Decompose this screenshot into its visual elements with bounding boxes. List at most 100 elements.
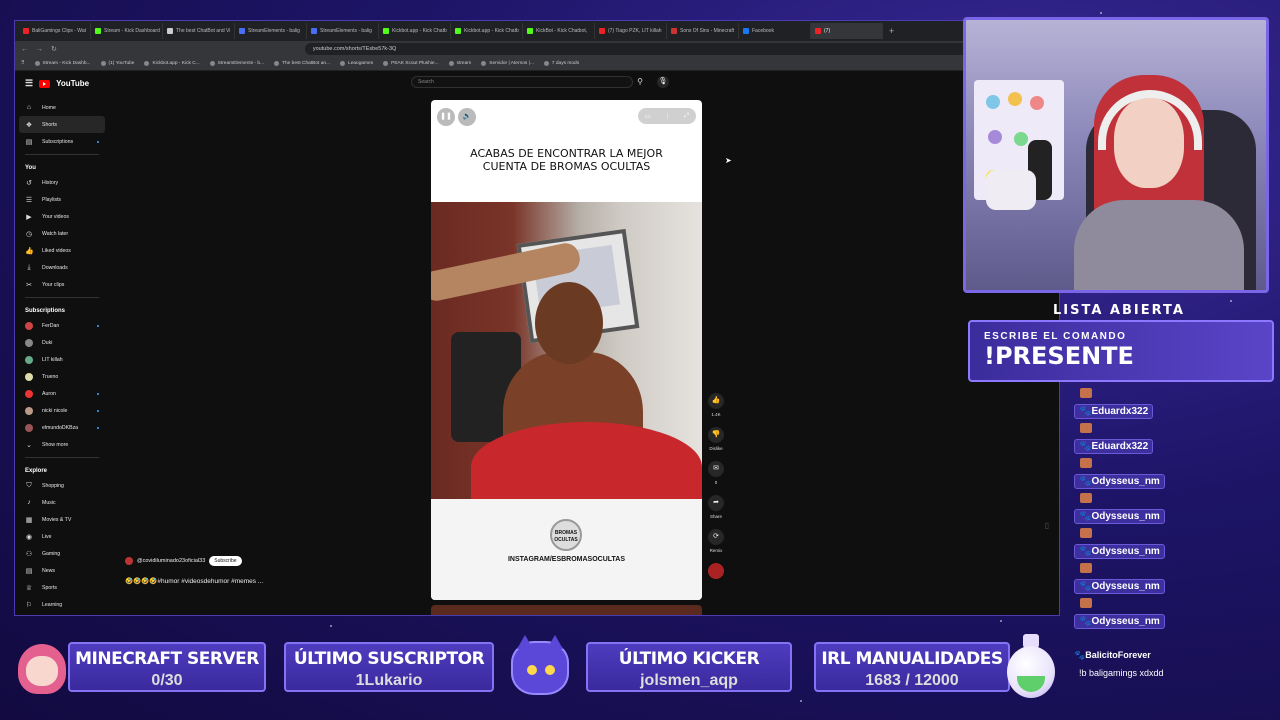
bookmark-item[interactable]: Leaogames bbox=[340, 61, 373, 66]
action-icon[interactable]: 👍 bbox=[708, 393, 724, 409]
action-1.4k[interactable]: 👍 1.4K bbox=[705, 393, 727, 417]
url-field[interactable]: youtube.com/shorts/TEsbe57k-3Q bbox=[304, 43, 1007, 55]
bookmark-item[interactable]: 7 days mods bbox=[543, 61, 579, 66]
sidebar-item[interactable]: ▤ News bbox=[19, 562, 105, 579]
more-icon[interactable]: ⋮ bbox=[664, 113, 670, 120]
sidebar-item[interactable]: ☰ Playlists bbox=[19, 191, 105, 208]
last-chat-user: 🐾BalicitoForever bbox=[1074, 650, 1151, 660]
browser-tab[interactable]: KickBot - Kick Chatbot, bbox=[523, 23, 595, 39]
channel-name[interactable]: @covidiluminado23oficial33 bbox=[137, 558, 205, 564]
browser-tab[interactable]: BaliGamings Clips - Wat bbox=[19, 23, 91, 39]
pause-icon[interactable]: ❚❚ bbox=[437, 108, 455, 126]
sidebar-item-label: Downloads bbox=[42, 264, 68, 271]
browser-tab[interactable]: (7) Tiago PZK, LIT killah bbox=[595, 23, 667, 39]
sidebar-item[interactable]: ✂ Your clips bbox=[19, 276, 105, 293]
sidebar-item[interactable]: ❖ Shorts bbox=[19, 116, 105, 133]
sidebar-item[interactable]: ⤓ Downloads bbox=[19, 259, 105, 276]
new-tab-icon[interactable]: + bbox=[883, 26, 900, 36]
volume-icon[interactable]: 🔊 bbox=[458, 108, 476, 126]
chat-message: 🐾Odysseus_nm bbox=[1074, 563, 1274, 598]
tab-label: Kickbot.app - Kick Chatb bbox=[392, 28, 447, 34]
search-input[interactable]: Search bbox=[411, 76, 633, 88]
sidebar-item[interactable]: ◉ Live bbox=[19, 528, 105, 545]
next-short-preview[interactable] bbox=[431, 605, 702, 615]
bookmark-item[interactable]: Kickbot.app - Kick C... bbox=[144, 61, 200, 66]
bookmark-label: StreamElements - b... bbox=[217, 61, 265, 66]
subscription-item[interactable]: LIT killah bbox=[19, 351, 105, 368]
subscription-item[interactable]: elmundoDKBza bbox=[19, 419, 105, 436]
sidebar-item[interactable]: ⌄ Show more bbox=[19, 436, 105, 453]
search-icon[interactable]: ⚲ bbox=[633, 76, 647, 88]
sidebar-item[interactable]: ⚐ Learning bbox=[19, 596, 105, 613]
bookmark-item[interactable]: Servidor | Aternos |... bbox=[481, 61, 534, 66]
sidebar-item[interactable]: ↺ History bbox=[19, 174, 105, 191]
action-0[interactable]: ✉ 0 bbox=[705, 461, 727, 485]
sidebar-item[interactable]: ▤ Subscriptions bbox=[19, 133, 105, 150]
subscription-item[interactable]: Auron bbox=[19, 385, 105, 402]
browser-tab[interactable]: Facebook bbox=[739, 23, 811, 39]
command-label: ESCRIBE EL COMANDO bbox=[984, 331, 1127, 342]
subscriptions-header[interactable]: Subscriptions bbox=[19, 302, 105, 317]
bookmark-item[interactable]: PEAK Scout Plushie... bbox=[383, 61, 439, 66]
sidebar-item[interactable]: ⛉ Shopping bbox=[19, 477, 105, 494]
subscription-item[interactable]: nicki nicole bbox=[19, 402, 105, 419]
browser-tab[interactable]: Kickbot.app - Kick Chatb bbox=[451, 23, 523, 39]
tab-favicon-icon bbox=[23, 28, 29, 34]
browser-tab[interactable]: Stream - Kick Dashboard bbox=[91, 23, 163, 39]
sidebar-item[interactable]: 👍 Liked videos bbox=[19, 242, 105, 259]
action-dislike[interactable]: 👎 Dislike bbox=[705, 427, 727, 451]
action-icon[interactable]: 👎 bbox=[708, 427, 724, 443]
sidebar-item[interactable]: ♕ Sports bbox=[19, 579, 105, 596]
captions-icon[interactable]: ▭ bbox=[645, 113, 651, 120]
browser-tab[interactable]: Kickbot.app - Kick Chatb bbox=[379, 23, 451, 39]
nav-icon: ⌂ bbox=[26, 104, 32, 111]
sidebar-item-label: Watch later bbox=[42, 230, 69, 237]
browser-tab[interactable]: StreamElements - balig bbox=[307, 23, 379, 39]
action-icon[interactable]: ➦ bbox=[708, 495, 724, 511]
action-remix[interactable]: ⟳ Remix bbox=[705, 529, 727, 553]
last-chat-message: !b baligamings xdxdd bbox=[1079, 668, 1164, 678]
subscription-item[interactable]: Duki bbox=[19, 334, 105, 351]
bookmark-item[interactable]: (1) YouTube bbox=[100, 61, 134, 66]
fullscreen-icon[interactable]: ⤢ bbox=[684, 113, 689, 120]
apps-icon[interactable]: ⠿ bbox=[21, 61, 25, 66]
sidebar-item[interactable]: ▶ Your videos bbox=[19, 208, 105, 225]
subscription-item[interactable]: Trueno bbox=[19, 368, 105, 385]
youtube-logo[interactable]: ☰ YouTube bbox=[25, 78, 89, 89]
channel-avatar[interactable] bbox=[125, 557, 133, 565]
bookmark-item[interactable]: The best ChatBot an... bbox=[274, 61, 330, 66]
action-icon[interactable]: ⟳ bbox=[708, 529, 724, 545]
player-options[interactable]: ▭ ⋮ ⤢ bbox=[638, 108, 696, 124]
sidebar-item[interactable]: ⌂ Home bbox=[19, 99, 105, 116]
tab-favicon-icon bbox=[743, 28, 749, 34]
microphone-icon[interactable]: 🎙 bbox=[657, 76, 669, 88]
browser-tab[interactable]: (7) bbox=[811, 23, 883, 39]
new-content-dot bbox=[97, 392, 99, 395]
browser-tab[interactable]: The best ChatBot and Vi bbox=[163, 23, 235, 39]
bookmark-item[interactable]: stream bbox=[448, 61, 471, 66]
forward-icon[interactable]: → bbox=[36, 46, 43, 53]
remix-avatar[interactable] bbox=[705, 563, 727, 579]
sidebar-item[interactable]: ⚇ Gaming bbox=[19, 545, 105, 562]
menu-icon[interactable]: ☰ bbox=[25, 78, 33, 89]
action-share[interactable]: ➦ Share bbox=[705, 495, 727, 519]
bookmark-item[interactable]: Stream - Kick Dashb... bbox=[34, 61, 91, 66]
action-icon[interactable]: ✉ bbox=[708, 461, 724, 477]
subscription-item[interactable]: FerDan bbox=[19, 317, 105, 334]
browser-tab[interactable]: StreamElements - balig bbox=[235, 23, 307, 39]
subscribe-button[interactable]: Subscribe bbox=[209, 556, 242, 566]
sidebar-item-label: Music bbox=[42, 499, 56, 506]
bookmark-item[interactable]: StreamElements - b... bbox=[209, 61, 265, 66]
shorts-video-player[interactable]: ❚❚ 🔊 ▭ ⋮ ⤢ ACABAS DE ENCONTRAR LA MEJOR … bbox=[431, 100, 702, 600]
sidebar-item[interactable]: ▦ Movies & TV bbox=[19, 511, 105, 528]
sidebar-item[interactable]: ◷ Watch later bbox=[19, 225, 105, 242]
chat-username: 🐾Eduardx322 bbox=[1074, 404, 1154, 419]
you-header[interactable]: You bbox=[19, 159, 105, 174]
channel-avatar bbox=[25, 406, 33, 415]
back-icon[interactable]: ← bbox=[21, 46, 28, 53]
sidebar-item[interactable]: ♪ Music bbox=[19, 494, 105, 511]
chat-username: 🐾Eduardx322 bbox=[1074, 439, 1154, 454]
video-description[interactable]: 🤣🤣🤣🤣#humor #videosdehumor #memes ... bbox=[125, 577, 263, 585]
reload-icon[interactable]: ↻ bbox=[51, 45, 57, 53]
browser-tab[interactable]: Sons Of Sins - Minecraft bbox=[667, 23, 739, 39]
